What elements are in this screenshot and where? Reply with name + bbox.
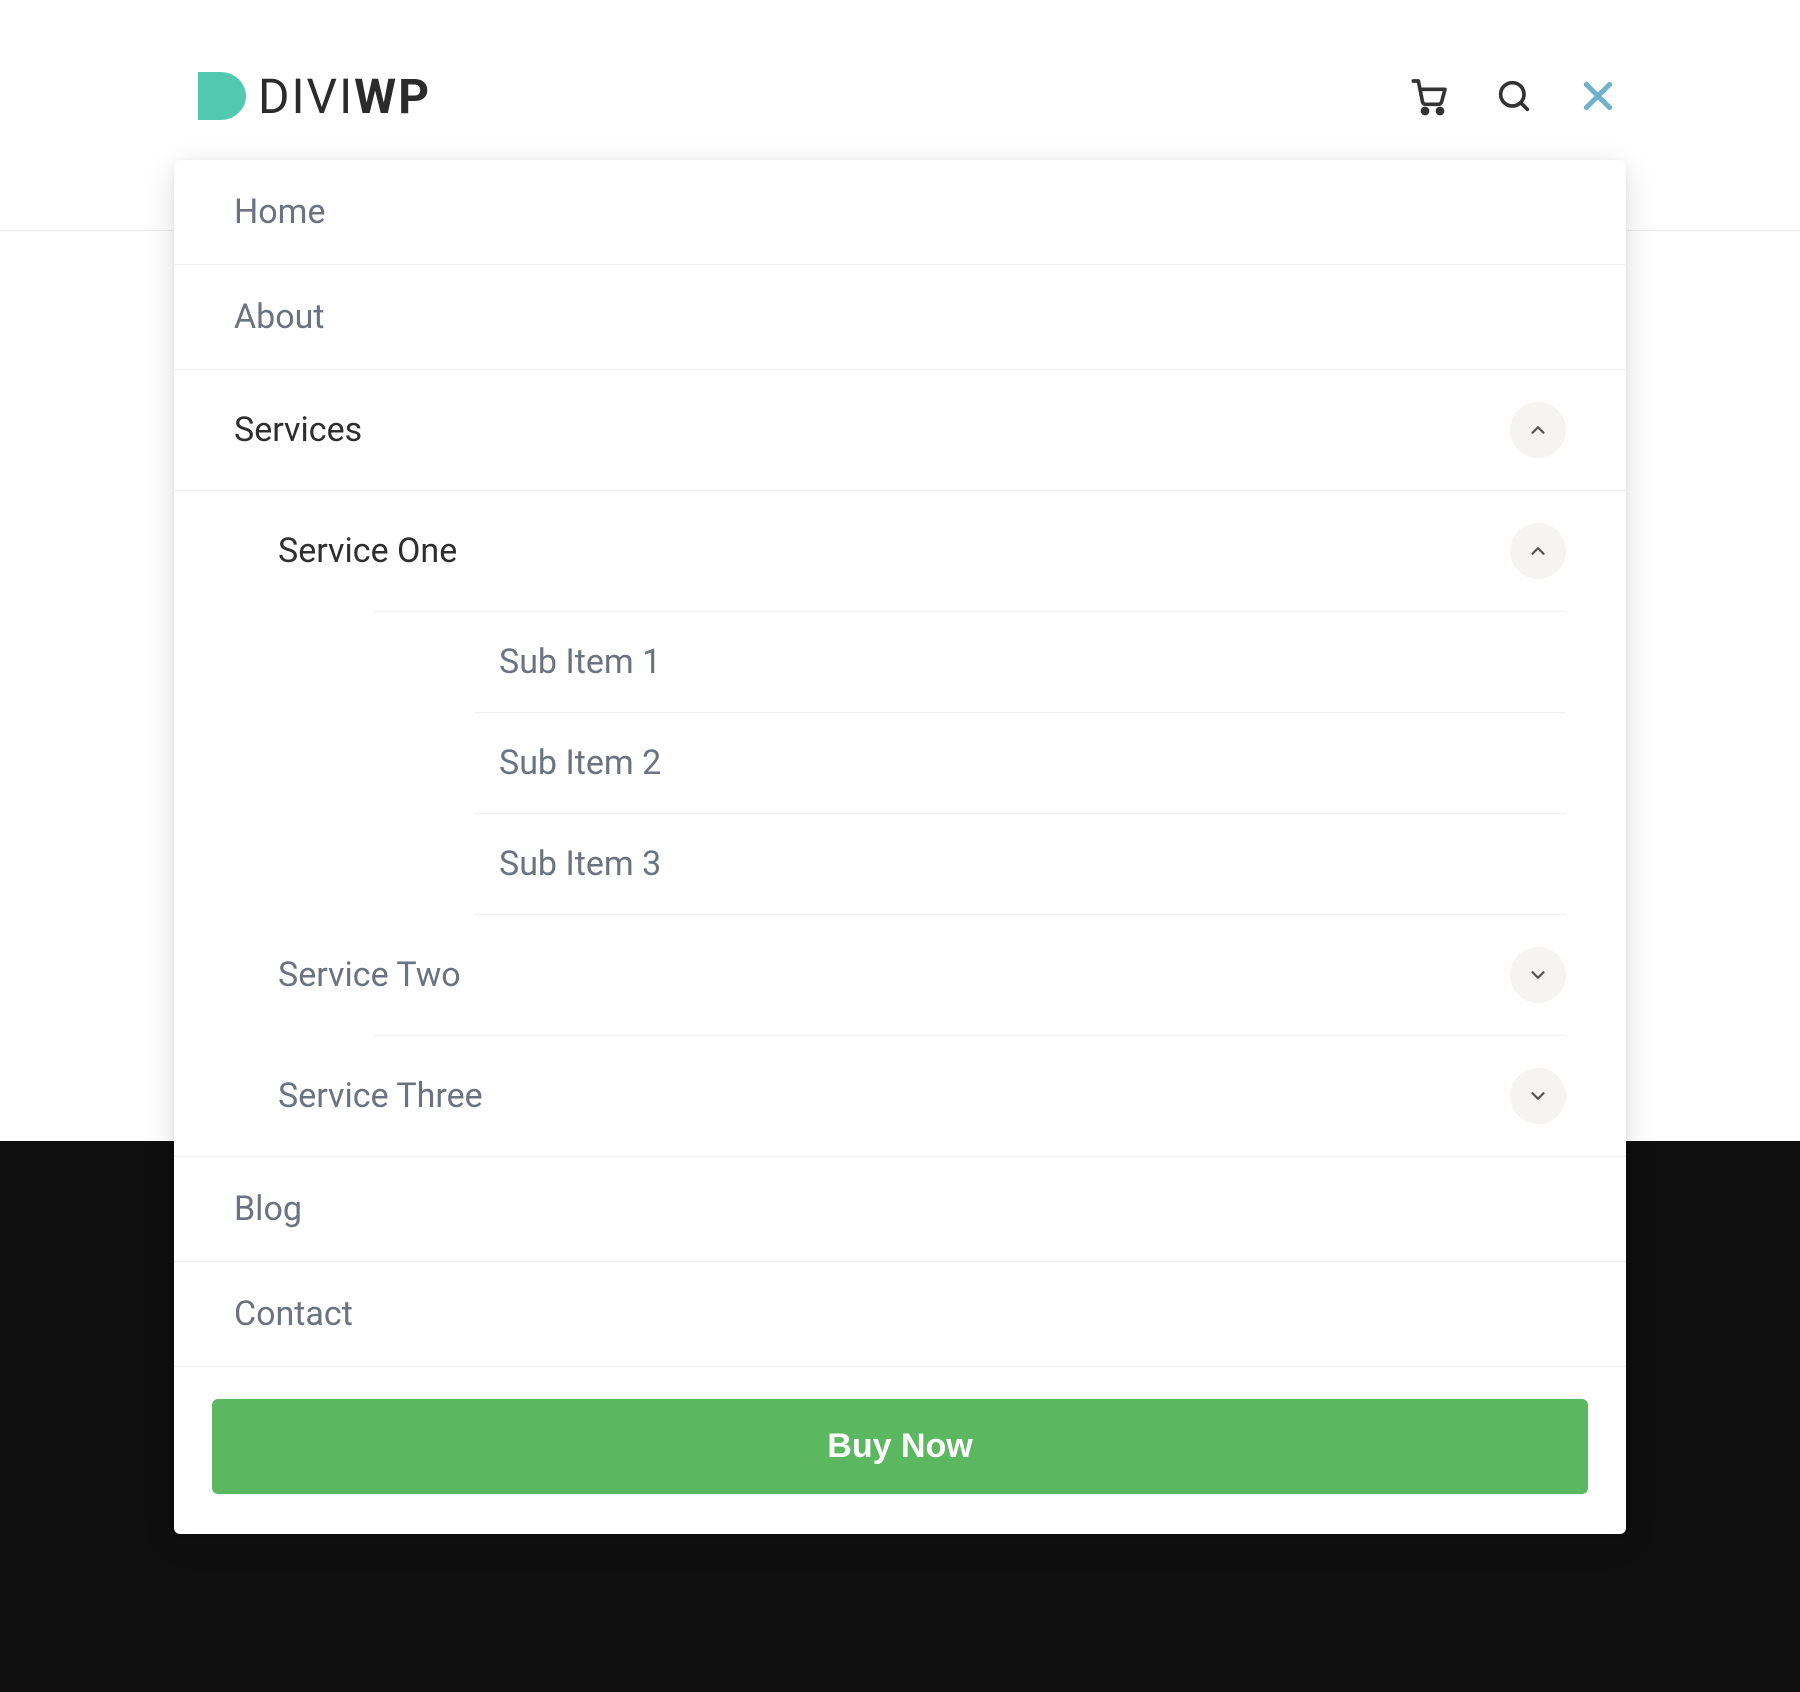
close-icon[interactable] <box>1576 74 1620 118</box>
site-header: DIVIWP <box>180 60 1620 132</box>
menu-label: Blog <box>234 1189 302 1229</box>
menu-label: Service Two <box>278 955 461 995</box>
menu-label: Sub Item 3 <box>499 844 661 884</box>
search-icon[interactable] <box>1492 74 1536 118</box>
menu-label: Services <box>234 410 362 450</box>
menu-item-sub-1[interactable]: Sub Item 1 <box>174 612 1626 712</box>
expand-toggle[interactable] <box>1510 1068 1566 1124</box>
menu-label: Sub Item 1 <box>499 642 661 682</box>
menu-item-home[interactable]: Home <box>174 160 1626 265</box>
cart-icon[interactable] <box>1408 74 1452 118</box>
menu-item-blog[interactable]: Blog <box>174 1157 1626 1262</box>
logo-mark-icon <box>180 60 252 132</box>
menu-label: Contact <box>234 1294 353 1334</box>
chevron-up-icon <box>1527 540 1549 562</box>
mobile-menu-dropdown: Home About Services Service One Sub Item… <box>174 160 1626 1534</box>
menu-label: Service Three <box>278 1076 483 1116</box>
menu-label: Home <box>234 192 326 232</box>
menu-label: About <box>234 297 325 337</box>
menu-item-service-one[interactable]: Service One <box>174 491 1626 611</box>
cta-row: Buy Now <box>174 1367 1626 1534</box>
expand-toggle[interactable] <box>1510 947 1566 1003</box>
chevron-up-icon <box>1527 419 1549 441</box>
buy-now-button[interactable]: Buy Now <box>212 1399 1588 1494</box>
menu-item-service-three[interactable]: Service Three <box>174 1036 1626 1157</box>
site-logo[interactable]: DIVIWP <box>180 60 431 132</box>
menu-item-services[interactable]: Services <box>174 370 1626 491</box>
collapse-toggle[interactable] <box>1510 402 1566 458</box>
menu-item-contact[interactable]: Contact <box>174 1262 1626 1367</box>
logo-text: DIVIWP <box>258 68 431 125</box>
menu-item-about[interactable]: About <box>174 265 1626 370</box>
menu-item-sub-3[interactable]: Sub Item 3 <box>174 814 1626 914</box>
collapse-toggle[interactable] <box>1510 523 1566 579</box>
button-label: Buy Now <box>827 1427 972 1465</box>
menu-label: Service One <box>278 531 457 571</box>
chevron-down-icon <box>1527 964 1549 986</box>
chevron-down-icon <box>1527 1085 1549 1107</box>
menu-item-sub-2[interactable]: Sub Item 2 <box>174 713 1626 813</box>
menu-label: Sub Item 2 <box>499 743 661 783</box>
header-actions <box>1408 74 1620 118</box>
menu-item-service-two[interactable]: Service Two <box>174 915 1626 1035</box>
